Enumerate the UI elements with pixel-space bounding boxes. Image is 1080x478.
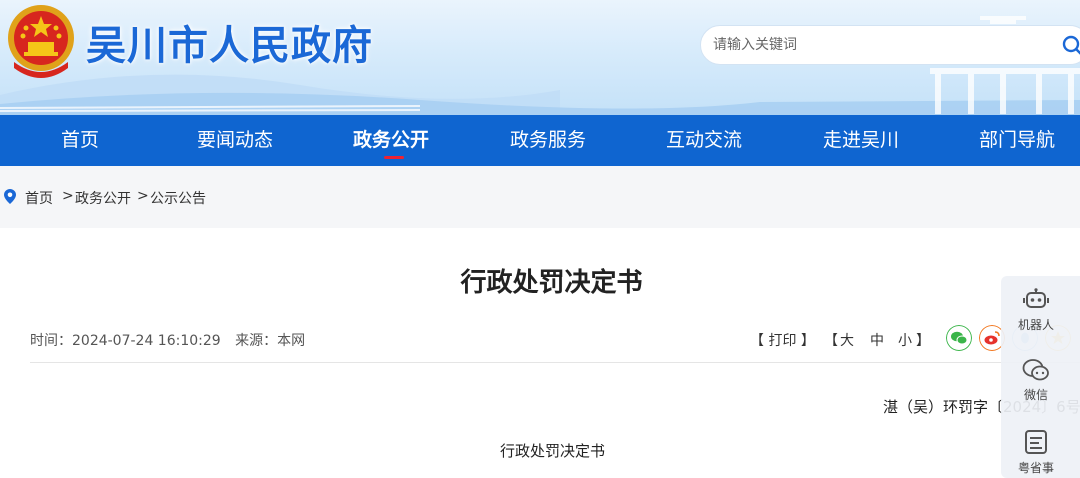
yueshengshi-label: 粤省事 — [1017, 461, 1054, 475]
search-box — [700, 25, 1080, 65]
nav-item-departments[interactable]: 部门导航 — [979, 115, 1055, 166]
yueshengshi-button[interactable]: 粤省事 — [1001, 429, 1071, 476]
article-source: 本网 — [277, 333, 306, 349]
body-heading: 行政处罚决定书 — [500, 442, 606, 460]
yueshengshi-app-icon — [1025, 430, 1047, 454]
font-small-button[interactable]: 小 — [898, 330, 912, 350]
source-label: 来源： — [235, 333, 278, 349]
nav-item-home[interactable]: 首页 — [61, 115, 99, 166]
article-title: 行政处罚决定书 — [460, 268, 643, 298]
meta-divider — [30, 362, 1080, 363]
nav-item-news[interactable]: 要闻动态 — [197, 115, 273, 166]
font-size-bracket-close: 】 — [916, 333, 930, 349]
floating-side-widget: 机器人 微信 粤省事 — [1001, 276, 1080, 478]
site-title: 吴川市人民政府 — [86, 23, 373, 69]
wechat-button[interactable]: 微信 — [1001, 358, 1071, 403]
nav-item-about-wuchuan[interactable]: 走进吴川 — [823, 115, 899, 166]
robot-assistant-button[interactable]: 机器人 — [1001, 288, 1071, 333]
article-meta: 时间：2024-07-24 16:10:29 来源：本网 — [30, 330, 315, 350]
font-medium-button[interactable]: 中 — [870, 330, 884, 350]
article-panel: 行政处罚决定书 时间：2024-07-24 16:10:29 来源：本网 【 打… — [0, 228, 1080, 478]
wechat-share-icon[interactable] — [946, 325, 972, 351]
wechat-icon — [1022, 359, 1049, 381]
nav-item-label: 政务公开 — [353, 129, 430, 151]
font-size-bracket-open: 【 — [824, 333, 838, 349]
national-emblem-icon — [8, 5, 74, 78]
nav-item-interaction[interactable]: 互动交流 — [666, 115, 742, 166]
publish-time: 2024-07-24 16:10:29 — [72, 333, 221, 349]
location-pin-icon — [4, 189, 16, 204]
font-large-button[interactable]: 大 — [840, 330, 854, 350]
search-icon[interactable] — [1061, 34, 1080, 58]
breadcrumb-home[interactable]: 首页 — [25, 191, 53, 207]
robot-label: 机器人 — [1017, 318, 1054, 332]
time-label: 时间： — [30, 333, 72, 349]
main-nav: 首页 要闻动态 政务公开 政务服务 互动交流 走进吴川 部门导航 — [0, 115, 1080, 166]
robot-icon — [1023, 288, 1049, 308]
breadcrumb-announcements[interactable]: 公示公告 — [150, 191, 206, 207]
nav-item-gov-services[interactable]: 政务服务 — [510, 115, 586, 166]
active-nav-indicator — [384, 156, 404, 159]
wechat-label: 微信 — [1023, 388, 1048, 402]
print-button[interactable]: 【 打印 】 — [750, 330, 815, 350]
search-input[interactable] — [713, 26, 1043, 64]
breadcrumb-gov-affairs-open[interactable]: 政务公开 — [75, 191, 131, 207]
breadcrumb-separator: > — [62, 188, 74, 204]
nav-item-gov-affairs-open[interactable]: 政务公开 — [353, 115, 429, 166]
breadcrumb-separator: > — [137, 188, 149, 204]
site-header: 吴川市人民政府 — [0, 0, 1080, 115]
